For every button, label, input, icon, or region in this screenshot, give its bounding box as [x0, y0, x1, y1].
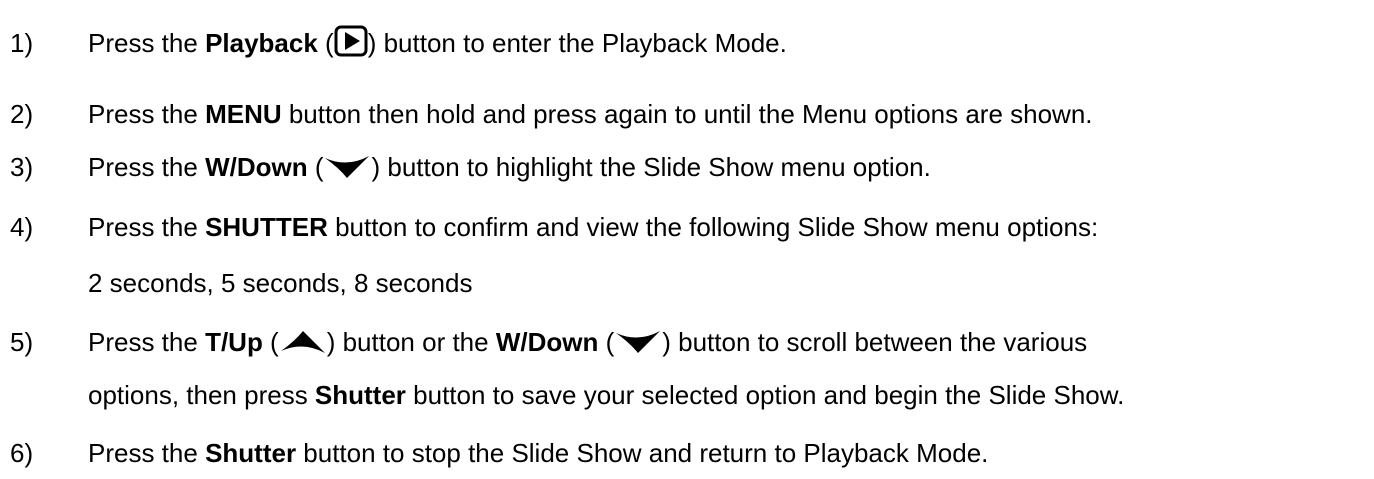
step-5-continuation: options, then press Shutter button to sa… — [88, 380, 1125, 410]
step-4-options: 2 seconds, 5 seconds, 8 seconds — [88, 268, 473, 298]
t-up-label: T/Up — [205, 327, 263, 357]
step-text: Press the MENU button then hold and pres… — [88, 99, 1093, 129]
step-number: 4) — [10, 212, 34, 242]
up-chevron-icon — [279, 329, 327, 355]
shutter-label: Shutter — [205, 438, 297, 468]
step-text: Press the Shutter button to stop the Sli… — [88, 438, 989, 468]
step-text: Press the W/Down () button to highlight … — [88, 152, 931, 182]
menu-label: MENU — [205, 99, 282, 129]
step-text: Press the Playback () button to enter th… — [88, 25, 787, 61]
shutter-label: SHUTTER — [205, 212, 328, 242]
step-number: 2) — [10, 99, 34, 129]
shutter-label: Shutter — [314, 380, 406, 410]
w-down-label: W/Down — [205, 152, 308, 182]
step-text: Press the T/Up () button or the W/Down (… — [88, 327, 1088, 357]
step-number: 1) — [10, 28, 34, 58]
down-chevron-icon — [614, 329, 662, 355]
step-text: Press the SHUTTER button to confirm and … — [88, 212, 1099, 242]
step-number: 6) — [10, 438, 34, 468]
step-number: 3) — [10, 152, 34, 182]
play-icon — [334, 25, 368, 57]
playback-label: Playback — [205, 28, 318, 58]
down-chevron-icon — [323, 154, 371, 180]
step-number: 5) — [10, 327, 34, 357]
w-down-label: W/Down — [495, 327, 599, 357]
